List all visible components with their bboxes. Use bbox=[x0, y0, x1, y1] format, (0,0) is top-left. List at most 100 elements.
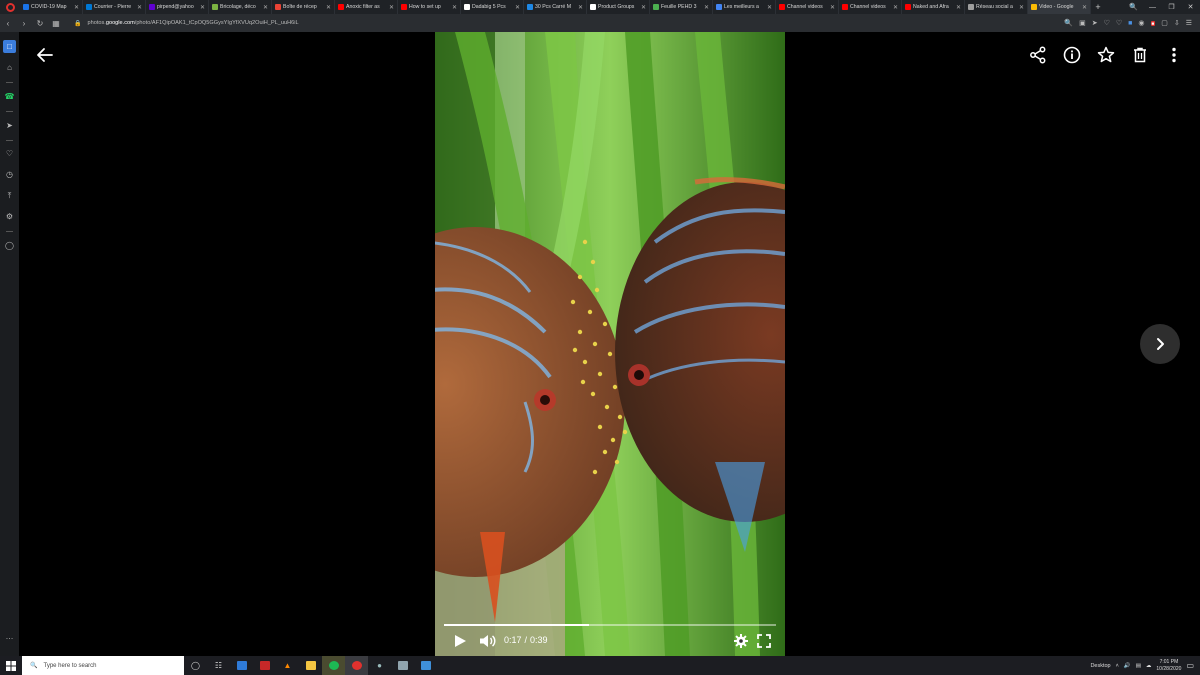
browser-tab[interactable]: Anoxic filter as ✕ bbox=[335, 0, 398, 14]
tab-close-icon[interactable]: ✕ bbox=[515, 4, 520, 11]
back-nav-button[interactable]: ‹ bbox=[0, 19, 16, 28]
more-icon[interactable]: … bbox=[3, 630, 16, 643]
vpn-icon[interactable]: ◉ bbox=[1138, 19, 1144, 27]
taskbar-app-photos[interactable] bbox=[414, 656, 437, 675]
settings-gear-icon[interactable]: ⚙ bbox=[3, 210, 16, 223]
tab-close-icon[interactable]: ✕ bbox=[578, 4, 583, 11]
browser-tab[interactable]: COVID-19 Map ✕ bbox=[20, 0, 83, 14]
start-button[interactable] bbox=[0, 656, 22, 675]
search-tabs-icon[interactable]: 🔍 bbox=[1124, 3, 1143, 11]
taskbar-app-vlc[interactable]: ▲ bbox=[276, 656, 299, 675]
volume-button[interactable] bbox=[479, 633, 497, 649]
browser-tab[interactable]: Boîte de récep ✕ bbox=[272, 0, 335, 14]
browser-tab[interactable]: Feuille PEHD 3 ✕ bbox=[650, 0, 713, 14]
taskbar-app-terminal[interactable] bbox=[253, 656, 276, 675]
tabs-grid-icon[interactable]: ▦ bbox=[48, 19, 64, 28]
taskbar-app-opera[interactable] bbox=[345, 656, 368, 675]
easy-setup-icon[interactable]: ☰ bbox=[1186, 19, 1192, 27]
tab-close-icon[interactable]: ✕ bbox=[389, 4, 394, 11]
more-options-button[interactable] bbox=[1164, 45, 1184, 65]
back-button[interactable] bbox=[35, 45, 55, 65]
browser-tab[interactable]: Naked and Afra ✕ bbox=[902, 0, 965, 14]
send-sidebar-icon[interactable]: ➤ bbox=[3, 119, 16, 132]
tab-close-icon[interactable]: ✕ bbox=[452, 4, 457, 11]
tab-close-icon[interactable]: ✕ bbox=[956, 4, 961, 11]
next-photo-button[interactable] bbox=[1140, 324, 1180, 364]
speaker-icon[interactable]: 🔊 bbox=[1124, 663, 1131, 669]
bookmark-icon[interactable]: ♡ bbox=[1116, 19, 1122, 27]
bookmarks-heart-icon[interactable]: ♡ bbox=[3, 147, 16, 160]
camera-icon[interactable]: ▣ bbox=[1079, 19, 1086, 27]
tips-lightbulb-icon[interactable]: ◯ bbox=[3, 239, 16, 252]
opera-menu-button[interactable] bbox=[0, 0, 20, 14]
extension-box-icon[interactable]: ▢ bbox=[1161, 19, 1168, 27]
browser-tab[interactable]: Channel videos ✕ bbox=[839, 0, 902, 14]
adblock-icon[interactable]: ■ bbox=[1150, 20, 1156, 26]
network-icon[interactable]: ▤ bbox=[1136, 663, 1141, 669]
info-button[interactable] bbox=[1062, 45, 1082, 65]
tab-close-icon[interactable]: ✕ bbox=[74, 4, 79, 11]
send-icon[interactable]: ➤ bbox=[1092, 19, 1098, 27]
video-progress-bar[interactable] bbox=[444, 624, 776, 626]
tab-close-icon[interactable]: ✕ bbox=[767, 4, 772, 11]
speed-dial-icon[interactable]: □ bbox=[3, 40, 16, 53]
taskbar-app-spotify[interactable] bbox=[322, 656, 345, 675]
tab-close-icon[interactable]: ✕ bbox=[1019, 4, 1024, 11]
restore-button[interactable]: ❐ bbox=[1162, 3, 1181, 11]
fullscreen-button[interactable] bbox=[756, 633, 772, 649]
new-tab-button[interactable]: + bbox=[1091, 2, 1105, 12]
browser-tab[interactable]: How to set up ✕ bbox=[398, 0, 461, 14]
tray-expand-icon[interactable]: ˄ bbox=[1116, 663, 1119, 669]
browser-tab[interactable]: Product Groups ✕ bbox=[587, 0, 650, 14]
browser-tab[interactable]: 30 Pcs Carré M ✕ bbox=[524, 0, 587, 14]
taskbar-app-mail[interactable] bbox=[230, 656, 253, 675]
tab-close-icon[interactable]: ✕ bbox=[704, 4, 709, 11]
tab-close-icon[interactable]: ✕ bbox=[263, 4, 268, 11]
play-button[interactable] bbox=[452, 633, 468, 649]
tab-close-icon[interactable]: ✕ bbox=[641, 4, 646, 11]
reload-button[interactable]: ↻ bbox=[32, 19, 48, 28]
tab-close-icon[interactable]: ✕ bbox=[1082, 4, 1087, 11]
desktop-toolbar[interactable]: Desktop bbox=[1090, 663, 1110, 669]
tab-close-icon[interactable]: ✕ bbox=[137, 4, 142, 11]
taskbar-search-input[interactable]: 🔍 Type here to search bbox=[22, 656, 184, 675]
taskbar-app-document[interactable] bbox=[391, 656, 414, 675]
taskbar-clock[interactable]: 7:01 PM 10/28/2020 bbox=[1156, 659, 1181, 673]
browser-tab[interactable]: Dadabig 5 Pcs ✕ bbox=[461, 0, 524, 14]
forward-nav-button[interactable]: › bbox=[16, 19, 32, 28]
browser-tab[interactable]: Bricolage, déco ✕ bbox=[209, 0, 272, 14]
tab-close-icon[interactable]: ✕ bbox=[830, 4, 835, 11]
notification-icon[interactable]: ▭ bbox=[1186, 661, 1194, 670]
tab-close-icon[interactable]: ✕ bbox=[326, 4, 331, 11]
video-settings-button[interactable] bbox=[733, 633, 749, 649]
close-window-button[interactable]: ✕ bbox=[1181, 3, 1200, 11]
extension-blue-icon[interactable]: ■ bbox=[1128, 20, 1132, 27]
taskbar-app-explorer[interactable] bbox=[299, 656, 322, 675]
share-button[interactable] bbox=[1028, 45, 1048, 65]
url-field[interactable]: 🔒 photos.google.com/photo/AF1QipOAK1_tCp… bbox=[74, 20, 299, 27]
delete-button[interactable] bbox=[1130, 45, 1150, 65]
minimize-button[interactable]: — bbox=[1143, 4, 1162, 11]
browser-tab[interactable]: Les meilleurs a ✕ bbox=[713, 0, 776, 14]
browser-tab[interactable]: pirpend@yahoo ✕ bbox=[146, 0, 209, 14]
history-icon[interactable]: ◷ bbox=[3, 168, 16, 181]
video-player[interactable]: 0:17 / 0:39 bbox=[435, 32, 785, 656]
browser-tab[interactable]: Video - Google ✕ bbox=[1028, 0, 1091, 14]
favorite-button[interactable] bbox=[1096, 45, 1116, 65]
zoom-icon[interactable]: 🔍 bbox=[1064, 19, 1073, 27]
browser-tab[interactable]: Channel videos ✕ bbox=[776, 0, 839, 14]
heart-icon[interactable]: ♡ bbox=[1104, 19, 1110, 27]
taskbar-app-fish[interactable]: ● bbox=[368, 656, 391, 675]
download-icon[interactable]: ⇩ bbox=[1174, 19, 1180, 27]
downloads-icon[interactable]: ⤒ bbox=[3, 189, 16, 202]
onedrive-cloud-icon[interactable]: ☁ bbox=[1146, 663, 1152, 669]
home-icon[interactable]: ⌂ bbox=[3, 61, 16, 74]
cortana-button[interactable]: ◯ bbox=[184, 656, 207, 675]
whatsapp-icon[interactable]: ☎ bbox=[3, 90, 16, 103]
task-view-button[interactable]: ☷ bbox=[207, 656, 230, 675]
browser-tab[interactable]: Courrier - Pierre ✕ bbox=[83, 0, 146, 14]
tab-close-icon[interactable]: ✕ bbox=[893, 4, 898, 11]
tab-close-icon[interactable]: ✕ bbox=[200, 4, 205, 11]
windows-taskbar: 🔍 Type here to search ◯ ☷ ▲ ● Desktop ˄ … bbox=[0, 656, 1200, 675]
browser-tab[interactable]: Réseau social a ✕ bbox=[965, 0, 1028, 14]
